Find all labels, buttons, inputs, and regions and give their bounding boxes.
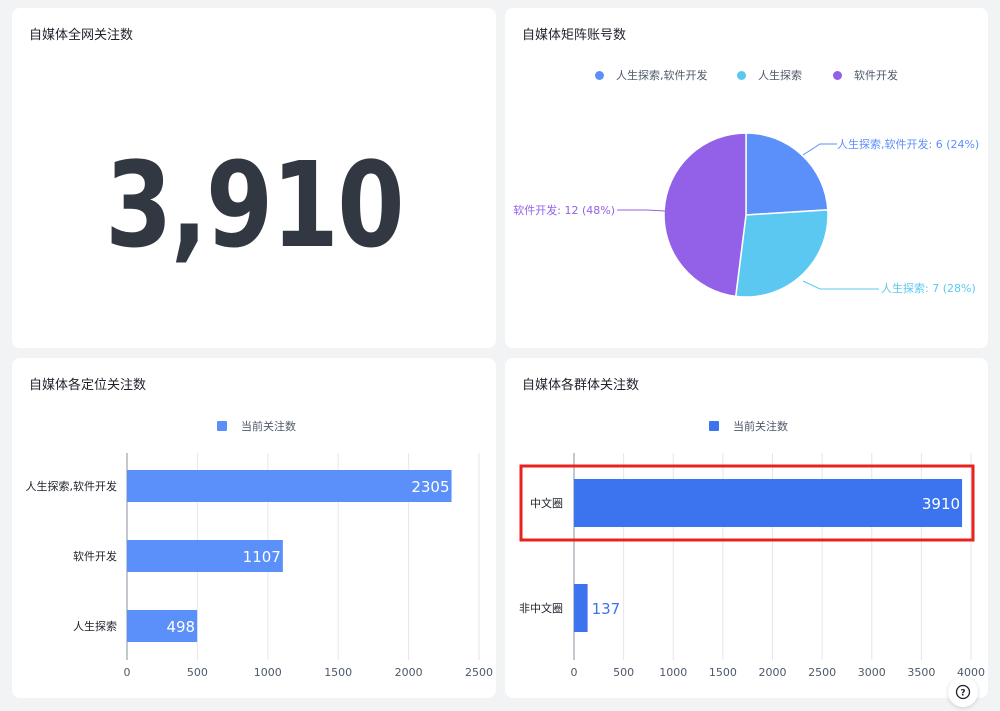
help-glyph: ?: [960, 689, 965, 699]
x-tick-label: 3500: [907, 666, 935, 679]
x-tick-label: 3000: [858, 666, 886, 679]
card-title: 自媒体全网关注数: [29, 28, 134, 43]
bar-value-label: 2305: [411, 478, 449, 496]
bar: [574, 479, 963, 527]
y-category-label: 非中文圈: [519, 601, 563, 615]
card-group-followers: 自媒体各群体关注数 当前关注数 0 500 1000 1500 2000 2500 3000…: [505, 358, 988, 698]
bar: [127, 470, 452, 502]
y-category-label: 人生探索,软件开发: [26, 479, 118, 493]
y-category-label: 人生探索: [73, 619, 117, 633]
pie-slice: [734, 209, 829, 298]
x-tick-label: 2500: [808, 666, 836, 679]
pie-leader-line: [802, 143, 837, 156]
bar: [574, 584, 588, 632]
bar-chart: 0 500 1000 1500 2000 2500 人生探索,软件开发 2305 软件开发 110…: [26, 453, 493, 679]
pie-leader-line: [617, 209, 666, 212]
card-account-matrix: 自媒体矩阵账号数 人生探索,软件开发 人生探索 软件开发 人生探索,软件开发: …: [505, 8, 988, 348]
bar-chart: 0 500 1000 1500 2000 2500 3000 3500 4000中文圈 3910非…: [519, 453, 985, 679]
x-tick-label: 1500: [709, 666, 737, 679]
bar-value-label: 137: [592, 600, 621, 618]
x-tick-label: 0: [571, 666, 578, 679]
x-tick-label: 2500: [465, 666, 493, 679]
x-tick-label: 500: [187, 666, 208, 679]
pie-slice-label: 人生探索: 7 (28%): [881, 281, 976, 295]
help-button[interactable]: ?: [948, 677, 978, 707]
question-circle-icon: ?: [955, 684, 971, 700]
x-tick-label: 2000: [395, 666, 423, 679]
pie-slice-label: 软件开发: 12 (48%): [513, 203, 615, 217]
bar-value-label: 1107: [243, 548, 281, 566]
pie-slice-label: 人生探索,软件开发: 6 (24%): [837, 137, 979, 151]
card-positioning-followers: 自媒体各定位关注数 当前关注数 0 500 1000 1500 2000 2500 人生探索…: [12, 358, 496, 698]
total-followers-value: 3,910: [105, 136, 405, 274]
y-category-label: 中文圈: [530, 496, 563, 510]
pie-leader-line: [802, 280, 879, 290]
x-tick-label: 1000: [254, 666, 282, 679]
x-tick-label: 1000: [659, 666, 687, 679]
x-tick-label: 1500: [324, 666, 352, 679]
x-tick-label: 2000: [759, 666, 787, 679]
x-tick-label: 500: [613, 666, 634, 679]
pie-slice: [663, 132, 747, 298]
bar-value-label: 3910: [922, 495, 960, 513]
bar-value-label: 498: [166, 618, 195, 636]
card-total-followers: 自媒体全网关注数 3,910: [12, 8, 496, 348]
pie-chart: 人生探索,软件开发: 6 (24%) 人生探索: 7 (28%) 软件开发: 1…: [513, 132, 979, 298]
x-tick-label: 0: [124, 666, 131, 679]
pie-slice: [745, 132, 829, 216]
y-category-label: 软件开发: [73, 549, 117, 563]
